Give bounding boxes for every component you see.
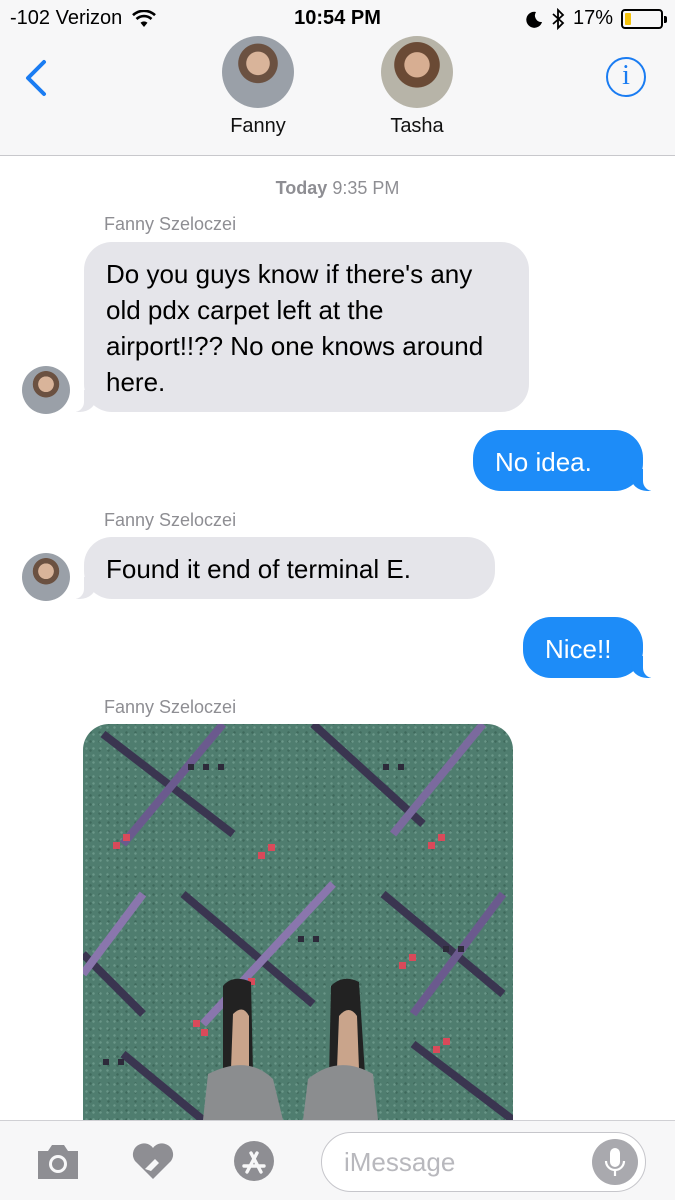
microphone-icon[interactable] [592, 1139, 638, 1185]
message-bubble-outgoing[interactable]: Nice!! [523, 617, 663, 678]
status-bar: -102 Verizon 10:54 PM 17% [0, 0, 675, 38]
sender-name: Fanny Szeloczei [104, 214, 237, 234]
avatar [222, 36, 294, 108]
composer-bar: iMessage [0, 1120, 675, 1200]
sender-name: Fanny Szeloczei [104, 697, 237, 717]
battery-icon [621, 8, 667, 29]
sender-avatar[interactable] [22, 366, 70, 414]
bluetooth-icon [552, 7, 565, 30]
contact-tasha[interactable]: Tasha [357, 36, 477, 138]
battery-percent: 17% [572, 7, 613, 29]
sender-avatar[interactable] [22, 553, 70, 601]
message-bubble-outgoing[interactable]: No idea. [473, 430, 663, 491]
digital-touch-icon[interactable] [128, 1139, 178, 1183]
timestamp-time: 9:35 PM [332, 178, 400, 198]
camera-icon[interactable] [33, 1139, 83, 1183]
contact-name: Tasha [390, 115, 444, 137]
avatar [381, 36, 453, 108]
contact-name: Fanny [230, 115, 286, 137]
battery-level [625, 12, 631, 25]
sender-name: Fanny Szeloczei [104, 510, 237, 530]
thread-timestamp: Today 9:35 PM [0, 178, 675, 199]
info-icon[interactable]: i [606, 57, 646, 97]
timestamp-day: Today [275, 178, 328, 198]
message-bubble-incoming[interactable]: Found it end of terminal E. [64, 537, 495, 599]
carpet-pattern [83, 724, 513, 1120]
message-photo-carpet[interactable] [83, 724, 513, 1120]
message-placeholder: iMessage [344, 1147, 456, 1177]
app-store-icon[interactable] [229, 1139, 279, 1183]
microphone-glyph [604, 1148, 626, 1176]
message-input[interactable]: iMessage [321, 1132, 646, 1192]
message-bubble-incoming[interactable]: Do you guys know if there's any old pdx … [64, 242, 529, 412]
moon-icon [526, 11, 542, 28]
conversation-header: -102 Verizon 10:54 PM 17% Fanny Tasha i [0, 0, 675, 156]
chevron-left-icon[interactable] [20, 58, 50, 98]
contact-fanny[interactable]: Fanny [198, 36, 318, 138]
